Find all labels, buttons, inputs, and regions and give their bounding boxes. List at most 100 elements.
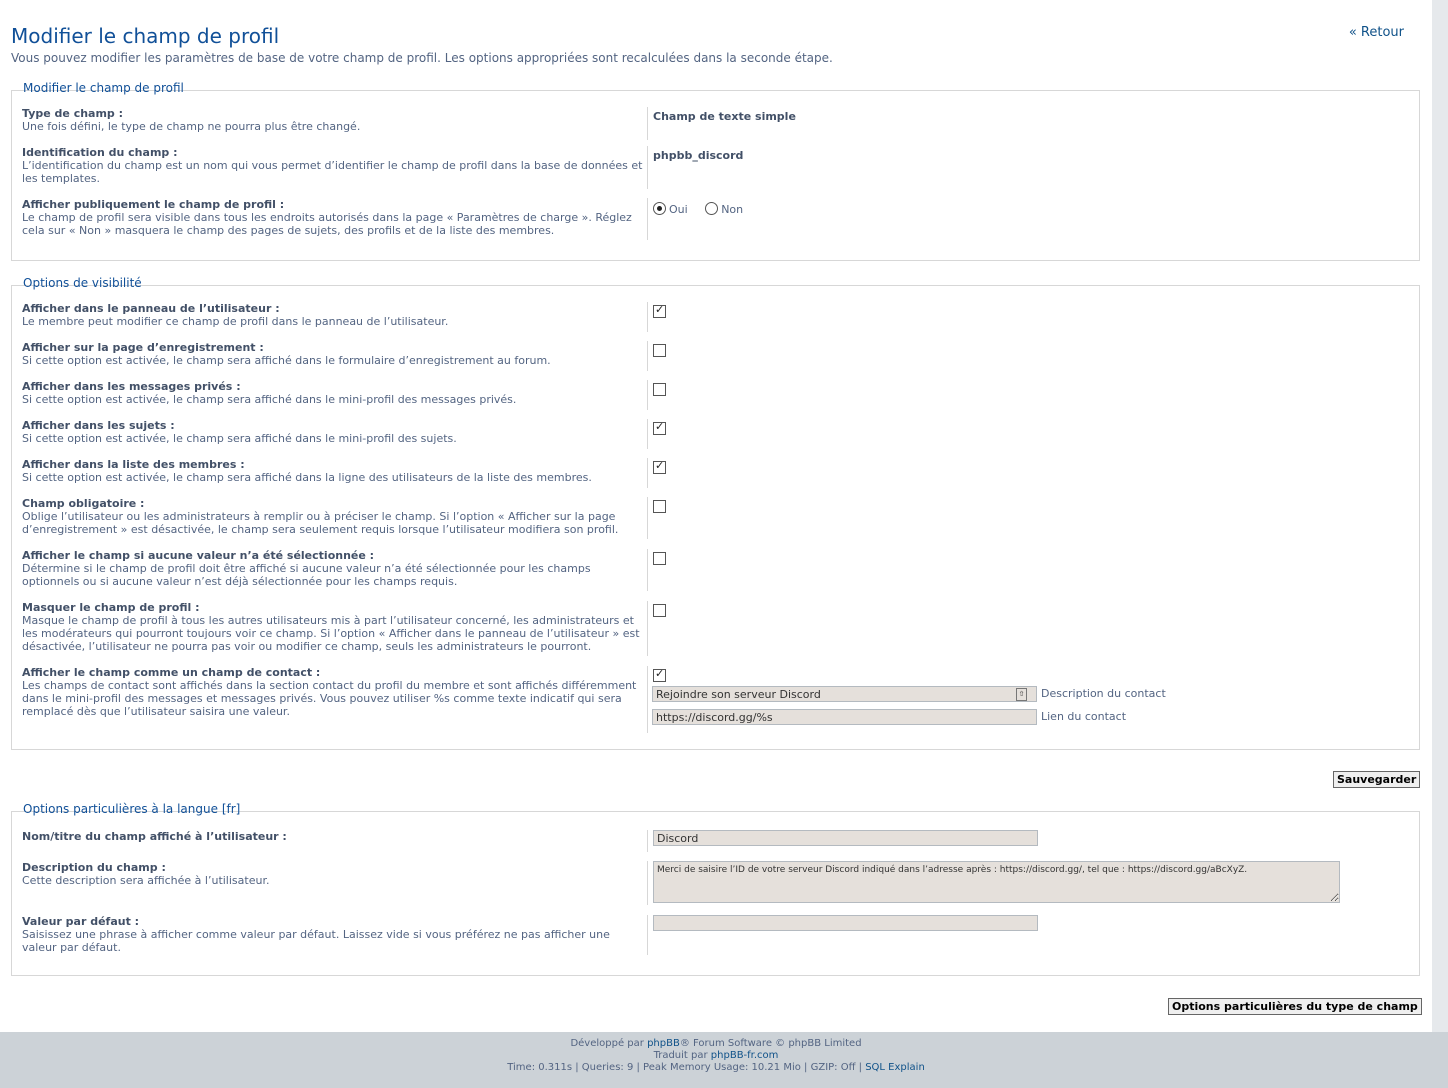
row-field-name: Nom/titre du champ affiché à l’utilisate… xyxy=(12,830,1419,856)
sql-explain-link[interactable]: SQL Explain xyxy=(865,1062,925,1073)
field-ident-desc: L’identification du champ est un nom qui… xyxy=(22,159,643,185)
footer-line-2: Traduit par phpBB-fr.com xyxy=(0,1050,1432,1062)
footer: Développé par phpBB® Forum Software © ph… xyxy=(0,1032,1432,1088)
contact-url-value: https://discord.gg/%s xyxy=(656,711,773,724)
option-checkbox[interactable] xyxy=(653,383,666,396)
footer-text: Traduit par xyxy=(653,1050,711,1061)
fieldset-legend: Options de visibilité xyxy=(23,276,142,290)
field-name-cell: Discord xyxy=(647,830,1038,852)
visibility-option-row: Afficher sur la page d’enregistrement :S… xyxy=(12,341,1419,374)
page-title: Modifier le champ de profil xyxy=(11,24,280,48)
phpbb-fr-link[interactable]: phpBB-fr.com xyxy=(711,1050,779,1061)
field-ident-value: phpbb_discord xyxy=(647,146,743,189)
main-panel: Modifier le champ de profil « Retour Vou… xyxy=(0,0,1432,1032)
field-desc-cell: Merci de saisire l’ID de votre serveur D… xyxy=(647,861,1340,905)
option-desc: Si cette option est activée, le champ se… xyxy=(22,471,592,484)
page-intro: Vous pouvez modifier les paramètres de b… xyxy=(11,51,833,65)
footer-debug-text: Time: 0.311s | Queries: 9 | Peak Memory … xyxy=(507,1062,866,1073)
default-value-input[interactable] xyxy=(653,915,1038,931)
field-type-value: Champ de texte simple xyxy=(647,107,796,140)
option-cell xyxy=(647,419,666,449)
public-radio-group: Oui Non xyxy=(647,198,757,240)
save-button[interactable]: Sauvegarder xyxy=(1333,771,1421,788)
option-checkbox[interactable] xyxy=(653,344,666,357)
footer-text: ® Forum Software © phpBB Limited xyxy=(679,1038,862,1049)
field-name-input[interactable]: Discord xyxy=(653,830,1038,846)
option-cell xyxy=(647,497,666,539)
option-label: Afficher dans les sujets : xyxy=(22,419,175,432)
field-name-value: Discord xyxy=(657,832,699,845)
option-desc: Les champs de contact sont affichés dans… xyxy=(22,679,637,718)
row-field-desc: Description du champ : Cette description … xyxy=(12,861,1419,909)
option-desc: Si cette option est activée, le champ se… xyxy=(22,393,517,406)
option-desc: Si cette option est activée, le champ se… xyxy=(22,354,551,367)
scrollbar[interactable] xyxy=(1432,0,1448,1032)
field-desc-desc: Cette description sera affichée à l’util… xyxy=(22,874,270,887)
radio-yes[interactable] xyxy=(653,202,666,215)
option-checkbox[interactable] xyxy=(653,459,666,474)
radio-no[interactable] xyxy=(705,202,719,215)
option-cell xyxy=(647,341,666,371)
option-label: Afficher sur la page d’enregistrement : xyxy=(22,341,264,354)
option-desc: Si cette option est activée, le champ se… xyxy=(22,432,457,445)
field-public-desc: Le champ de profil sera visible dans tou… xyxy=(22,211,632,237)
row-field-type: Type de champ : Une fois défini, le type … xyxy=(12,107,1419,140)
type-options-button[interactable]: Options particulières du type de champ xyxy=(1168,998,1422,1015)
option-checkbox[interactable] xyxy=(653,303,666,318)
footer-line-3: Time: 0.311s | Queries: 9 | Peak Memory … xyxy=(0,1062,1432,1074)
visibility-option-row: Champ obligatoire : Oblige l’utilisateur … xyxy=(12,497,1419,542)
visibility-option-row: Afficher dans le panneau de l’utilisateu… xyxy=(12,302,1419,335)
field-ident-label: Identification du champ : xyxy=(22,146,178,159)
option-desc: Détermine si le champ de profil doit êtr… xyxy=(22,562,591,588)
field-desc-label: Description du champ : xyxy=(22,861,166,874)
option-label: Champ obligatoire : xyxy=(22,497,145,510)
field-type-desc: Une fois défini, le type de champ ne pou… xyxy=(22,120,361,133)
contact-desc-input[interactable]: Rejoindre son serveur Discord ⇧ xyxy=(652,686,1037,702)
option-desc: Le membre peut modifier ce champ de prof… xyxy=(22,315,449,328)
option-label: Afficher dans le panneau de l’utilisateu… xyxy=(22,302,280,315)
fieldset-legend: Modifier le champ de profil xyxy=(23,81,184,95)
field-public-label: Afficher publiquement le champ de profil… xyxy=(22,198,285,211)
visibility-option-row: Afficher dans la liste des membres : Si c… xyxy=(12,458,1419,491)
option-cell xyxy=(647,549,666,591)
radio-yes-label: Oui xyxy=(669,203,688,216)
option-desc: Oblige l’utilisateur ou les administrate… xyxy=(22,510,619,536)
field-name-label: Nom/titre du champ affiché à l’utilisate… xyxy=(22,830,287,843)
fieldset-language: Options particulières à la langue [fr] N… xyxy=(11,802,1420,976)
footer-text: Développé par xyxy=(570,1038,648,1049)
fieldset-edit-field: Modifier le champ de profil Type de cham… xyxy=(11,81,1420,261)
option-label: Afficher dans les messages privés : xyxy=(22,380,241,393)
option-cell xyxy=(647,601,666,656)
option-cell xyxy=(647,458,666,488)
contact-desc-value: Rejoindre son serveur Discord xyxy=(656,688,821,701)
option-checkbox[interactable] xyxy=(653,604,666,617)
row-field-public: Afficher publiquement le champ de profil… xyxy=(12,198,1419,243)
option-checkbox[interactable] xyxy=(653,552,666,565)
back-link[interactable]: « Retour xyxy=(1349,25,1404,40)
default-value-desc: Saisissez une phrase à afficher comme va… xyxy=(22,928,610,954)
option-checkbox[interactable] xyxy=(653,667,666,682)
option-checkbox[interactable] xyxy=(653,420,666,435)
option-cell xyxy=(647,302,666,332)
contact-url-input[interactable]: https://discord.gg/%s xyxy=(652,709,1037,725)
visibility-option-row: Masquer le champ de profil : Masque le ch… xyxy=(12,601,1419,659)
option-label: Masquer le champ de profil : xyxy=(22,601,200,614)
contact-url-label: Lien du contact xyxy=(1041,710,1127,723)
visibility-option-row: Afficher le champ si aucune valeur n’a é… xyxy=(12,549,1419,594)
fieldset-visibility: Options de visibilité Afficher dans le p… xyxy=(11,276,1420,750)
fieldset-legend: Options particulières à la langue [fr] xyxy=(23,802,241,816)
field-desc-textarea[interactable]: Merci de saisire l’ID de votre serveur D… xyxy=(653,861,1340,903)
option-desc: Masque le champ de profil à tous les aut… xyxy=(22,614,640,653)
option-label: Afficher dans la liste des membres : xyxy=(22,458,245,471)
radio-no-label: Non xyxy=(721,203,744,216)
phpbb-link[interactable]: phpBB xyxy=(647,1038,680,1049)
option-checkbox[interactable] xyxy=(653,500,666,513)
visibility-option-row: Afficher dans les sujets : Si cette optio… xyxy=(12,419,1419,452)
default-value-label: Valeur par défaut : xyxy=(22,915,140,928)
footer-line-1: Développé par phpBB® Forum Software © ph… xyxy=(0,1038,1432,1050)
input-lock-icon[interactable]: ⇧ xyxy=(1016,688,1027,701)
field-type-label: Type de champ : xyxy=(22,107,124,120)
row-field-ident: Identification du champ : L’identificatio… xyxy=(12,146,1419,191)
row-default-value: Valeur par défaut : Saisissez une phrase … xyxy=(12,915,1419,957)
contact-desc-label: Description du contact xyxy=(1041,687,1166,700)
